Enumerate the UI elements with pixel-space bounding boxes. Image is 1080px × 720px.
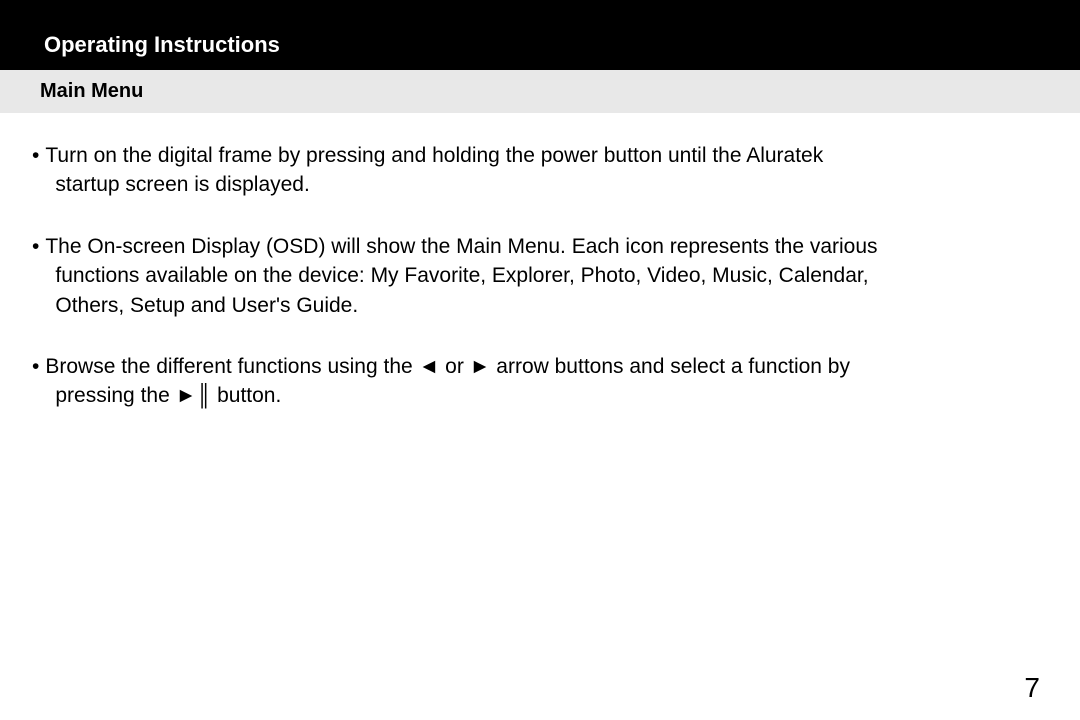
bullet-1-line-1: Turn on the digital frame by pressing an… <box>45 144 823 167</box>
bullet-marker: • <box>32 352 39 411</box>
page-number: 7 <box>1024 672 1040 704</box>
content-area: • Turn on the digital frame by pressing … <box>0 113 1080 411</box>
bullet-text-3: Browse the different functions using the… <box>45 352 1042 411</box>
bullet-text-1: Turn on the digital frame by pressing an… <box>45 141 1042 200</box>
header-gray-bar: Main Menu <box>0 70 1080 113</box>
bullet-text-2: The On-screen Display (OSD) will show th… <box>45 232 1042 320</box>
bullet-3-line-2: pressing the ►║ button. <box>45 381 1042 410</box>
bullet-2-line-3: Others, Setup and User's Guide. <box>45 291 1042 320</box>
bullet-3-line-1: Browse the different functions using the… <box>45 355 850 378</box>
bullet-marker: • <box>32 232 39 320</box>
bullet-item-2: • The On-screen Display (OSD) will show … <box>32 232 1042 320</box>
header-black-bar: Operating Instructions <box>0 0 1080 70</box>
bullet-1-line-2: startup screen is displayed. <box>45 170 1042 199</box>
bullet-item-3: • Browse the different functions using t… <box>32 352 1042 411</box>
bullet-marker: • <box>32 141 39 200</box>
section-title: Main Menu <box>0 80 1080 103</box>
page-title: Operating Instructions <box>0 32 1080 58</box>
bullet-2-line-1: The On-screen Display (OSD) will show th… <box>45 235 877 258</box>
bullet-2-line-2: functions available on the device: My Fa… <box>45 261 1042 290</box>
bullet-item-1: • Turn on the digital frame by pressing … <box>32 141 1042 200</box>
